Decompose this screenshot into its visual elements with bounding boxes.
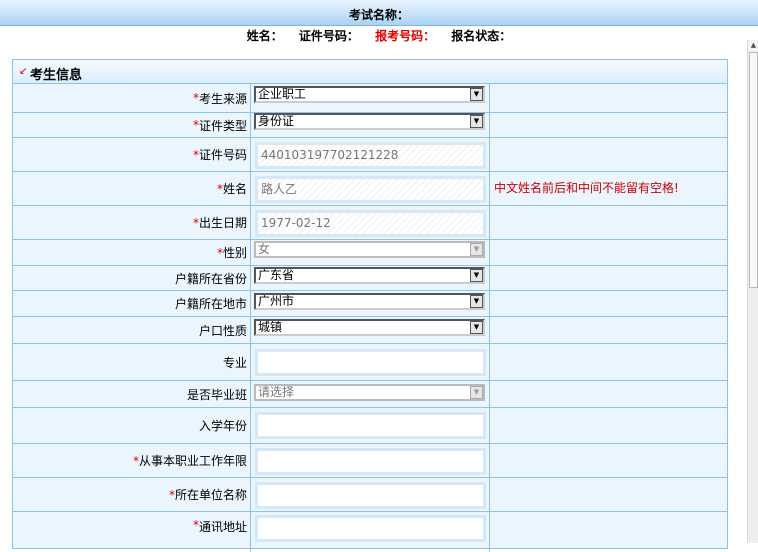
top-bar: 考试名称： — [0, 0, 758, 26]
row-source: * 考生来源 企业职工 ▼ — [13, 84, 727, 113]
source-label: * 考生来源 — [13, 84, 251, 112]
summary-reg-no-label: 报考号码： — [375, 29, 436, 43]
exam-title: 考试名称： — [348, 8, 409, 22]
row-id-type: * 证件类型 身份证 ▼ — [13, 113, 727, 138]
enroll-year-label: 入学年份 — [13, 408, 251, 443]
major-label: 专业 — [13, 344, 251, 380]
row-address: * 通讯地址 — [13, 512, 727, 552]
row-gender: * 性别 女 ▼ — [13, 240, 727, 266]
dropdown-arrow-icon[interactable]: ▼ — [470, 321, 483, 334]
name-note: 中文姓名前后和中间不能留有空格! — [494, 181, 679, 195]
row-work-years: * 从事本职业工作年限 — [13, 444, 727, 478]
hukou-type-select[interactable]: 城镇 ▼ — [254, 319, 485, 336]
applicant-info-panel: ↙ 考生信息 * 考生来源 企业职工 ▼ * 证件类型 身份证 ▼ * 证件号码 4401… — [12, 59, 728, 552]
row-province: 户籍所在省份 广东省 ▼ — [13, 266, 727, 291]
row-employer: * 所在单位名称 — [13, 478, 727, 512]
hukou-type-label: 户口性质 — [13, 317, 251, 343]
employer-input[interactable] — [255, 482, 486, 509]
name-label: * 姓名 — [13, 172, 251, 205]
row-enroll-year: 入学年份 — [13, 408, 727, 444]
graduating-class-select[interactable]: 请选择 ▼ — [254, 384, 485, 401]
gender-label: * 性别 — [13, 240, 251, 265]
employer-label: * 所在单位名称 — [13, 478, 251, 511]
vertical-scrollbar[interactable]: ▲ — [747, 40, 758, 543]
panel-title: 考生信息 — [30, 68, 83, 83]
row-major: 专业 — [13, 344, 727, 381]
birthdate-label: * 出生日期 — [13, 206, 251, 239]
id-number-input[interactable]: 440103197702121228 — [255, 142, 486, 169]
dropdown-arrow-icon[interactable]: ▼ — [470, 88, 483, 101]
work-years-label: * 从事本职业工作年限 — [13, 444, 251, 477]
id-type-select[interactable]: 身份证 ▼ — [254, 113, 485, 130]
dropdown-arrow-icon[interactable]: ▼ — [470, 269, 483, 282]
city-label: 户籍所在地市 — [13, 291, 251, 316]
gender-select[interactable]: 女 ▼ — [254, 241, 485, 258]
row-id-number: * 证件号码 440103197702121228 — [13, 138, 727, 172]
row-graduating-class: 是否毕业班 请选择 ▼ — [13, 381, 727, 408]
applicant-summary: 姓名： 证件号码： 报考号码： 报名状态： — [0, 27, 758, 43]
row-birthdate: * 出生日期 1977-02-12 — [13, 206, 727, 240]
enroll-year-input[interactable] — [255, 412, 486, 439]
graduating-class-label: 是否毕业班 — [13, 381, 251, 407]
id-type-label: * 证件类型 — [13, 113, 251, 137]
summary-name-label: 姓名： — [246, 29, 283, 43]
work-years-input[interactable] — [255, 448, 486, 475]
source-select[interactable]: 企业职工 ▼ — [254, 86, 485, 103]
province-select[interactable]: 广东省 ▼ — [254, 267, 485, 284]
summary-id-label: 证件号码： — [298, 29, 359, 43]
birthdate-input[interactable]: 1977-02-12 — [255, 210, 486, 237]
province-label: 户籍所在省份 — [13, 266, 251, 290]
name-input[interactable]: 路人乙 — [255, 176, 486, 203]
scroll-thumb[interactable] — [749, 52, 758, 288]
address-input[interactable] — [255, 515, 486, 542]
dropdown-arrow-icon[interactable]: ▼ — [470, 243, 483, 256]
id-number-label: * 证件号码 — [13, 138, 251, 171]
red-arrow-icon: ↙ — [19, 66, 28, 77]
panel-header: ↙ 考生信息 — [13, 60, 727, 84]
row-city: 户籍所在地市 广州市 ▼ — [13, 291, 727, 317]
dropdown-arrow-icon[interactable]: ▼ — [470, 115, 483, 128]
dropdown-arrow-icon[interactable]: ▼ — [470, 386, 483, 399]
row-name: * 姓名 路人乙 中文姓名前后和中间不能留有空格! — [13, 172, 727, 206]
address-label: * 通讯地址 — [13, 512, 251, 552]
major-input[interactable] — [255, 349, 486, 376]
summary-status-label: 报名状态： — [451, 29, 512, 43]
city-select[interactable]: 广州市 ▼ — [254, 293, 485, 310]
row-hukou-type: 户口性质 城镇 ▼ — [13, 317, 727, 344]
dropdown-arrow-icon[interactable]: ▼ — [470, 295, 483, 308]
scroll-up-icon[interactable]: ▲ — [748, 40, 758, 51]
